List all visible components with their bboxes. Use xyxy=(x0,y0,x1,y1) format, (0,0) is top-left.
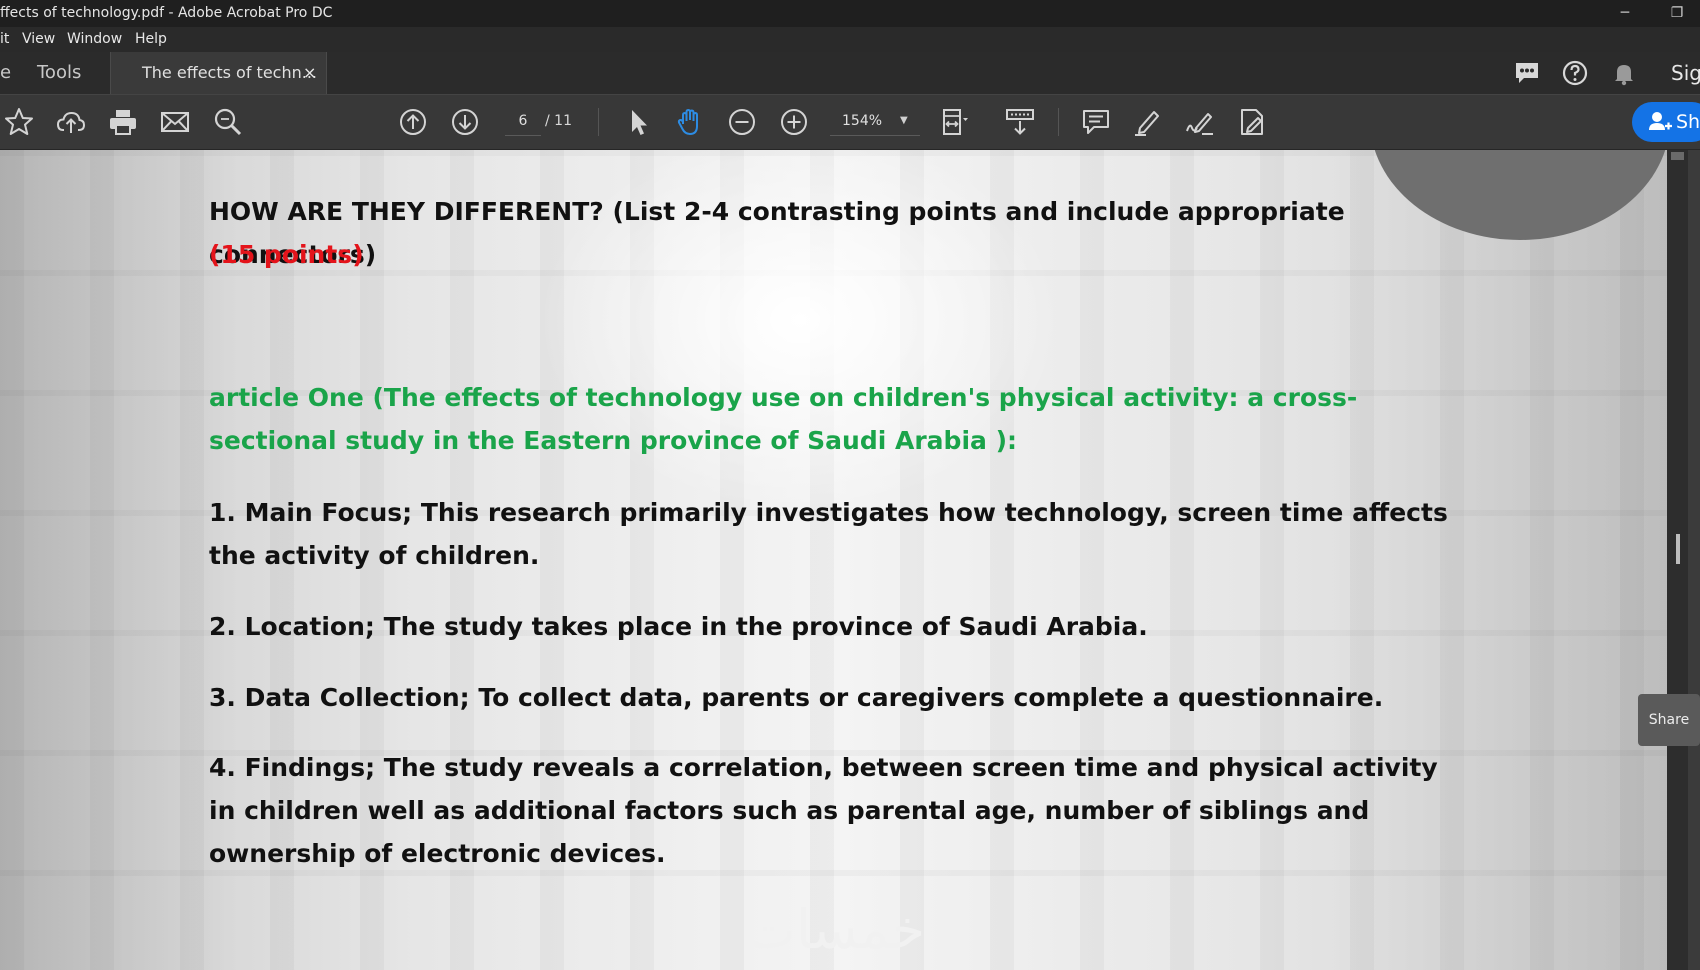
edit-icon[interactable] xyxy=(1236,106,1268,138)
zoom-value: 154% xyxy=(842,113,883,129)
window-title: ffects of technology.pdf - Adobe Acrobat… xyxy=(0,5,333,21)
zoom-search-icon[interactable] xyxy=(212,106,244,138)
comment-icon[interactable] xyxy=(1080,106,1112,138)
tab-document[interactable]: The effects of techn... × xyxy=(110,52,327,94)
print-icon[interactable] xyxy=(107,106,139,138)
menu-window[interactable]: Window xyxy=(67,27,122,52)
hand-icon[interactable] xyxy=(674,106,706,138)
page-total-label: / 11 xyxy=(545,113,572,129)
menu-view[interactable]: View xyxy=(22,27,55,52)
chat-icon[interactable] xyxy=(1512,58,1542,88)
tab-tools-label: Tools xyxy=(37,62,82,83)
share-button-label: Sh xyxy=(1676,111,1700,133)
zoom-select[interactable]: 154% ▼ xyxy=(830,107,920,136)
menu-help[interactable]: Help xyxy=(135,27,167,52)
side-share-button[interactable]: Share xyxy=(1638,694,1700,746)
scroll-position-marker xyxy=(1676,534,1680,564)
page-up-icon[interactable] xyxy=(397,106,429,138)
scroll-mode-icon[interactable] xyxy=(1004,106,1036,138)
toolbar-divider-2 xyxy=(1058,108,1059,136)
zoom-out-icon[interactable] xyxy=(726,106,758,138)
close-tab-icon[interactable]: × xyxy=(303,52,316,94)
highlight-icon[interactable] xyxy=(1132,106,1164,138)
vertical-scrollbar[interactable] xyxy=(1667,150,1688,970)
add-user-icon xyxy=(1648,102,1672,156)
main-toolbar: 6 / 11 154% ▼ Sh xyxy=(0,95,1700,150)
page-down-icon[interactable] xyxy=(449,106,481,138)
chevron-down-icon: ▼ xyxy=(900,115,908,126)
menu-bar: it View Window Help xyxy=(0,27,1700,52)
tab-bar: e Tools The effects of techn... × Sig xyxy=(0,52,1700,95)
minimize-button[interactable]: ─ xyxy=(1605,0,1645,27)
list-item-data-collection: 3. Data Collection; To collect data, par… xyxy=(209,683,1384,712)
share-button[interactable]: Sh xyxy=(1632,102,1700,142)
toolbar-divider xyxy=(598,108,599,136)
bell-icon[interactable] xyxy=(1609,58,1639,88)
list-item-main-focus: 1. Main Focus; This research primarily i… xyxy=(209,498,1448,570)
help-icon[interactable] xyxy=(1560,58,1590,88)
list-item-findings: 4. Findings; The study reveals a correla… xyxy=(209,753,1438,868)
sign-in-link[interactable]: Sig xyxy=(1671,52,1700,94)
menu-edit[interactable]: it xyxy=(0,27,9,52)
fit-page-icon[interactable] xyxy=(938,106,970,138)
points-label: (15 points) xyxy=(209,240,364,269)
title-bar: ffects of technology.pdf - Adobe Acrobat… xyxy=(0,0,1700,27)
document-view[interactable]: HOW ARE THEY DIFFERENT? (List 2-4 contra… xyxy=(0,150,1667,970)
tab-tools[interactable]: e Tools xyxy=(0,52,110,94)
tab-home-fragment[interactable]: e xyxy=(0,52,11,94)
upload-cloud-icon[interactable] xyxy=(55,106,87,138)
page-number-input[interactable]: 6 xyxy=(505,107,541,136)
restore-button[interactable]: ❐ xyxy=(1657,0,1697,27)
tab-document-label: The effects of techn... xyxy=(142,63,318,82)
select-cursor-icon[interactable] xyxy=(622,106,654,138)
zoom-in-icon[interactable] xyxy=(778,106,810,138)
watermark-logo: خمسات xyxy=(745,898,926,961)
sign-icon[interactable] xyxy=(1184,106,1216,138)
article-title: article One (The effects of technology u… xyxy=(209,383,1358,455)
mail-icon[interactable] xyxy=(159,106,191,138)
list-item-location: 2. Location; The study takes place in th… xyxy=(209,612,1148,641)
star-icon[interactable] xyxy=(3,106,35,138)
background-shelf-left xyxy=(0,150,240,970)
scrollbar-thumb[interactable] xyxy=(1671,152,1684,160)
